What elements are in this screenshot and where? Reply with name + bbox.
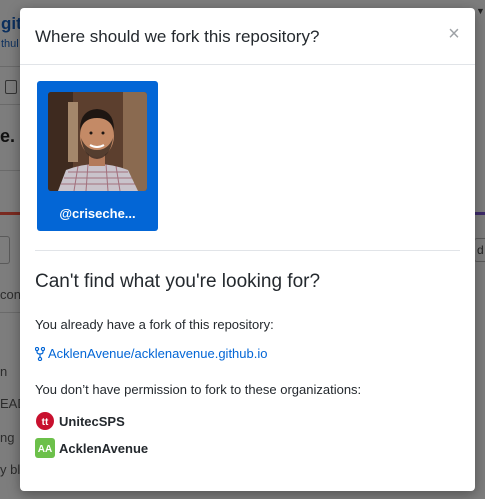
bg-text-fragment: e. <box>0 126 16 146</box>
repo-forked-icon <box>35 346 45 361</box>
bg-list-fragment: n <box>0 364 8 379</box>
fork-dialog: Where should we fork this repository? × <box>20 8 475 491</box>
bg-list-fragment: con <box>0 287 21 302</box>
existing-fork-text: You already have a fork of this reposito… <box>35 317 274 332</box>
organization-item: tt UnitecSPS <box>35 411 125 431</box>
bg-right-button: d <box>474 238 485 262</box>
bg-repo-subtitle: thul <box>1 38 19 50</box>
close-icon[interactable]: × <box>446 24 462 44</box>
unitec-logo-icon: tt <box>35 411 55 431</box>
bg-divider <box>0 104 20 105</box>
svg-text:AA: AA <box>38 444 52 455</box>
bg-list-fragment: y bl <box>0 462 21 477</box>
bg-repo-title: git <box>1 14 22 33</box>
bg-divider <box>0 170 20 171</box>
svg-text:tt: tt <box>42 417 49 428</box>
organization-name: AcklenAvenue <box>59 440 149 456</box>
bg-language-bar <box>0 212 20 215</box>
acklen-logo-icon: AA <box>35 438 55 458</box>
no-permission-text: You don’t have permission to fork to the… <box>35 382 362 397</box>
bg-file-icon <box>5 80 17 94</box>
bg-divider <box>0 66 20 67</box>
bg-list-fragment: ng <box>0 430 15 445</box>
organization-item: AA AcklenAvenue <box>35 438 148 458</box>
bg-caret-icon: ▼ <box>476 6 485 16</box>
existing-fork-link[interactable]: AcklenAvenue/acklenavenue.github.io <box>35 346 267 361</box>
bg-divider <box>0 312 20 313</box>
avatar <box>48 92 147 191</box>
existing-fork-link-label: AcklenAvenue/acklenavenue.github.io <box>48 346 268 361</box>
fork-target-account-button[interactable]: @criseche... <box>37 81 158 231</box>
divider <box>35 250 460 251</box>
section-title: Can't find what you're looking for? <box>35 271 321 292</box>
account-name: @criseche... <box>59 206 136 221</box>
bg-branch-button <box>0 236 10 264</box>
bg-language-bar <box>475 212 485 215</box>
organization-name: UnitecSPS <box>59 413 125 429</box>
dialog-title: Where should we fork this repository? <box>35 27 320 46</box>
dialog-header: Where should we fork this repository? × <box>20 8 475 65</box>
